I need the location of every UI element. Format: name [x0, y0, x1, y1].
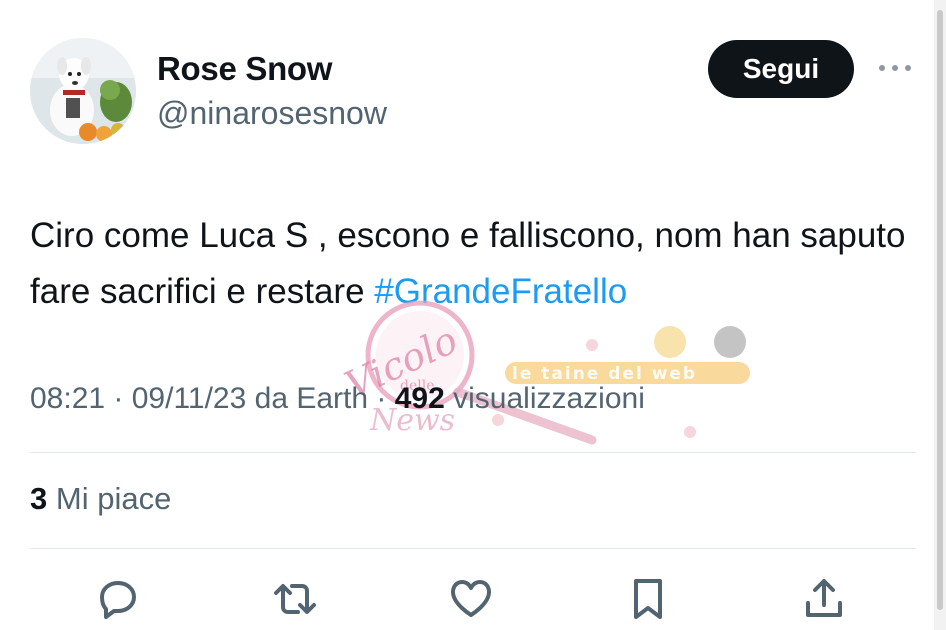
- tweet-meta: 08:21 · 09/11/23 da Earth · 492 visualiz…: [30, 382, 645, 416]
- tweet-time[interactable]: 08:21: [30, 382, 105, 415]
- bookmark-button[interactable]: [624, 575, 672, 623]
- reply-icon: [100, 581, 136, 619]
- share-button[interactable]: [800, 575, 848, 623]
- avatar[interactable]: [30, 38, 136, 144]
- reply-button[interactable]: [94, 575, 142, 623]
- scrollbar-thumb[interactable]: [937, 10, 943, 610]
- like-button[interactable]: [447, 575, 495, 623]
- hashtag-link[interactable]: #GrandeFratello: [374, 272, 627, 311]
- views-count: 492: [394, 382, 445, 415]
- dog-avatar-icon: [30, 38, 136, 144]
- views-label: visualizzazioni: [453, 382, 645, 415]
- svg-text:le taine del web: le taine del web: [512, 364, 697, 384]
- retweet-icon: [274, 584, 316, 614]
- display-name[interactable]: Rose Snow: [157, 50, 332, 88]
- divider: [30, 548, 916, 549]
- meta-separator: ·: [368, 382, 395, 415]
- watermark-logo: Vicolo delle News le taine del web: [338, 300, 750, 445]
- divider: [30, 452, 916, 453]
- scrollbar[interactable]: [934, 0, 946, 630]
- meta-separator: ·: [105, 382, 132, 415]
- retweet-button[interactable]: [271, 575, 319, 623]
- follow-button[interactable]: Segui: [708, 40, 854, 98]
- likes-count: 3: [30, 481, 48, 516]
- handle[interactable]: @ninarosesnow: [157, 95, 387, 132]
- ellipsis-icon[interactable]: [876, 58, 916, 78]
- likes-label: Mi piace: [55, 481, 172, 516]
- tweet-date-source[interactable]: 09/11/23 da Earth: [132, 382, 368, 415]
- like-icon: [451, 580, 491, 617]
- likes-link[interactable]: 3 Mi piace: [30, 481, 171, 517]
- share-icon: [806, 579, 842, 617]
- tweet-text: Ciro come Luca S , escono e falliscono, …: [30, 208, 925, 320]
- bookmark-icon: [634, 579, 662, 619]
